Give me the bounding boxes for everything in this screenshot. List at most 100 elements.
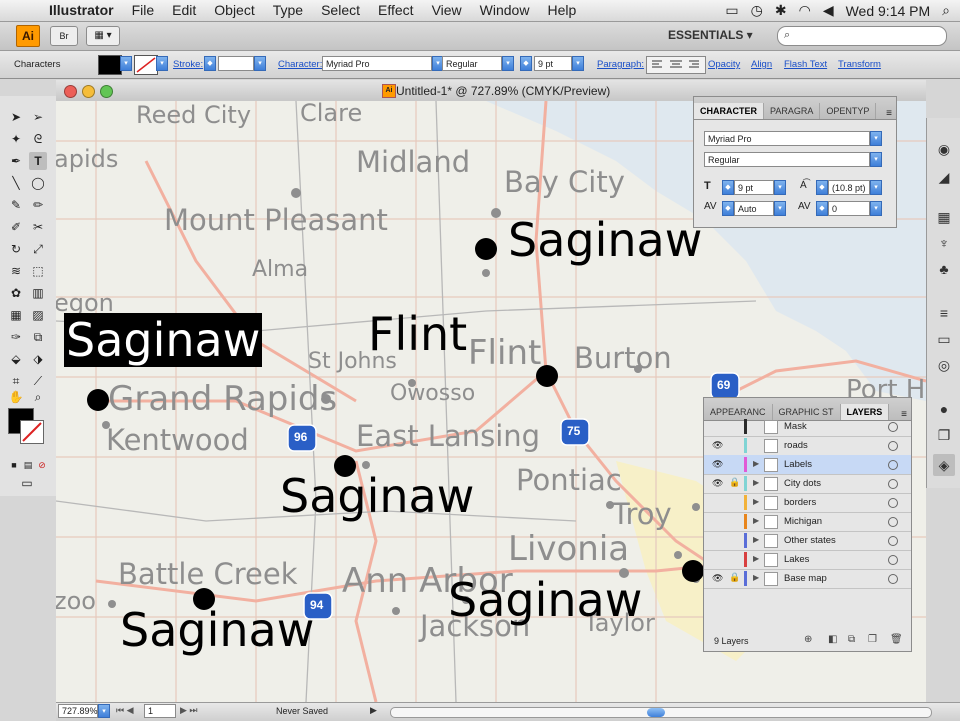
char-size-dropdown[interactable]: ▾ bbox=[774, 180, 786, 195]
close-window-button[interactable] bbox=[64, 85, 77, 98]
graphic-styles-icon[interactable]: ❐ bbox=[933, 424, 955, 446]
blob-brush-icon[interactable]: ✐ bbox=[7, 218, 25, 236]
city-label[interactable]: Saginaw bbox=[280, 469, 474, 523]
stroke-menu-button[interactable]: ▾ bbox=[156, 56, 168, 71]
expand-triangle-icon[interactable]: ▶ bbox=[753, 516, 759, 525]
menu-app[interactable]: Illustrator bbox=[40, 0, 123, 21]
graph-tool-icon[interactable]: ▥ bbox=[29, 284, 47, 302]
city-label[interactable]: Saginaw bbox=[508, 213, 702, 267]
target-circle-icon[interactable] bbox=[888, 498, 898, 508]
trash-icon[interactable]: 🗑 bbox=[890, 634, 903, 645]
zoom-dropdown[interactable]: ▾ bbox=[98, 704, 110, 718]
locate-object-icon[interactable]: ⊕ bbox=[804, 634, 812, 645]
visibility-eye-icon[interactable]: 👁 bbox=[712, 573, 723, 584]
fill-menu-button[interactable]: ▾ bbox=[120, 56, 132, 71]
status-menu-icon[interactable]: ▶ bbox=[370, 705, 377, 716]
visibility-eye-icon[interactable]: 👁 bbox=[712, 440, 723, 451]
menu-type[interactable]: Type bbox=[264, 0, 312, 21]
layer-row[interactable]: 👁 ▶ Labels bbox=[704, 455, 911, 475]
time-machine-icon[interactable]: ◷ bbox=[751, 2, 763, 19]
paragraph-link[interactable]: Paragraph: bbox=[597, 59, 644, 70]
char-leading-stepper[interactable]: ◆ bbox=[816, 180, 828, 195]
menu-select[interactable]: Select bbox=[312, 0, 369, 21]
help-search-input[interactable]: ⌕ bbox=[777, 26, 947, 46]
minimize-window-button[interactable] bbox=[82, 85, 95, 98]
font-size-stepper[interactable]: ◆ bbox=[520, 56, 532, 71]
character-link[interactable]: Character: bbox=[278, 59, 322, 70]
char-kerning-stepper[interactable]: ◆ bbox=[722, 201, 734, 216]
fill-color-swatch[interactable] bbox=[98, 55, 122, 75]
artboard-number-field[interactable]: 1 bbox=[144, 704, 176, 718]
stroke-color-swatch[interactable] bbox=[134, 55, 158, 75]
lasso-icon[interactable]: ᘓ bbox=[29, 130, 47, 148]
menu-window[interactable]: Window bbox=[471, 0, 539, 21]
clock[interactable]: Wed 9:14 PM bbox=[846, 3, 931, 19]
char-size-field[interactable]: 9 pt bbox=[734, 180, 774, 195]
color-panel-icon[interactable]: ◉ bbox=[933, 138, 955, 160]
char-tracking-field[interactable]: 0 bbox=[828, 201, 870, 216]
city-dot[interactable] bbox=[475, 238, 497, 260]
align-link[interactable]: Align bbox=[751, 59, 772, 70]
expand-triangle-icon[interactable]: ▶ bbox=[753, 497, 759, 506]
pen-tool-icon[interactable]: ✒ bbox=[7, 152, 25, 170]
char-tracking-stepper[interactable]: ◆ bbox=[816, 201, 828, 216]
char-kerning-dropdown[interactable]: ▾ bbox=[774, 201, 786, 216]
blend-tool-icon[interactable]: ⧉ bbox=[29, 328, 47, 346]
tab-paragraph[interactable]: PARAGRA bbox=[764, 103, 821, 119]
target-circle-icon[interactable] bbox=[888, 422, 898, 432]
swatches-icon[interactable]: ▦ bbox=[933, 206, 955, 228]
stroke-weight-stepper[interactable]: ◆ bbox=[204, 56, 216, 71]
free-transform-icon[interactable]: ⬚ bbox=[29, 262, 47, 280]
layer-row[interactable]: 👁 roads bbox=[704, 436, 911, 456]
gradient-tool-icon[interactable]: ▨ bbox=[29, 306, 47, 324]
visibility-eye-icon[interactable]: 👁 bbox=[712, 478, 723, 489]
direct-selection-icon[interactable]: ➢ bbox=[29, 108, 47, 126]
transparency-icon[interactable]: ◎ bbox=[933, 354, 955, 376]
next-artboard-icon[interactable]: ▶ ⏭ bbox=[180, 705, 198, 716]
layer-row[interactable]: ▶ Other states bbox=[704, 531, 911, 551]
volume-icon[interactable]: ◀ bbox=[823, 2, 834, 19]
tab-opentype[interactable]: OPENTYP bbox=[820, 103, 877, 119]
target-circle-icon[interactable] bbox=[888, 517, 898, 527]
none-mode-icon[interactable]: ⊘ bbox=[33, 456, 51, 474]
scrollbar-thumb[interactable] bbox=[647, 708, 665, 717]
paragraph-align-buttons[interactable] bbox=[646, 56, 706, 74]
char-leading-dropdown[interactable]: ▾ bbox=[870, 180, 882, 195]
expand-triangle-icon[interactable]: ▶ bbox=[753, 478, 759, 487]
menu-view[interactable]: View bbox=[423, 0, 471, 21]
new-layer-icon[interactable]: ❐ bbox=[868, 634, 877, 645]
city-label[interactable]: Saginaw bbox=[120, 603, 314, 657]
target-circle-icon[interactable] bbox=[888, 460, 898, 470]
layer-row[interactable]: 👁 🔒 ▶ Base map bbox=[704, 569, 911, 589]
expand-triangle-icon[interactable]: ▶ bbox=[753, 573, 759, 582]
char-tracking-dropdown[interactable]: ▾ bbox=[870, 201, 882, 216]
menu-object[interactable]: Object bbox=[205, 0, 263, 21]
city-dot[interactable] bbox=[87, 389, 109, 411]
lock-icon[interactable]: 🔒 bbox=[729, 477, 740, 488]
transform-link[interactable]: Transform bbox=[838, 59, 881, 70]
appearance-icon[interactable]: ● bbox=[933, 398, 955, 420]
bluetooth-icon[interactable]: ✱ bbox=[775, 2, 787, 19]
horizontal-scrollbar[interactable] bbox=[390, 707, 932, 718]
expand-triangle-icon[interactable]: ▶ bbox=[753, 535, 759, 544]
font-family-field[interactable]: Myriad Pro bbox=[322, 56, 432, 71]
scale-tool-icon[interactable]: ⤢ bbox=[29, 240, 47, 258]
font-style-dropdown[interactable]: ▾ bbox=[502, 56, 514, 71]
symbol-sprayer-icon[interactable]: ✿ bbox=[7, 284, 25, 302]
stroke-color-box[interactable] bbox=[20, 420, 44, 444]
arrange-documents-button[interactable]: ▦ ▾ bbox=[86, 26, 120, 46]
font-size-field[interactable]: 9 pt bbox=[534, 56, 572, 71]
magic-wand-icon[interactable]: ✦ bbox=[7, 130, 25, 148]
zoom-window-button[interactable] bbox=[100, 85, 113, 98]
paintbrush-icon[interactable]: ✎ bbox=[7, 196, 25, 214]
stroke-weight-dropdown[interactable]: ▾ bbox=[254, 56, 266, 71]
layer-row[interactable]: 👁 🔒 ▶ City dots bbox=[704, 474, 911, 494]
char-font-style-field[interactable]: Regular bbox=[704, 152, 870, 167]
lock-icon[interactable]: 🔒 bbox=[729, 572, 740, 583]
stroke-link[interactable]: Stroke: bbox=[173, 59, 203, 70]
char-leading-field[interactable]: (10.8 pt) bbox=[828, 180, 870, 195]
tab-character[interactable]: CHARACTER bbox=[694, 103, 764, 119]
target-circle-icon[interactable] bbox=[888, 574, 898, 584]
font-size-dropdown[interactable]: ▾ bbox=[572, 56, 584, 71]
clipping-mask-icon[interactable]: ◧ bbox=[828, 634, 837, 645]
